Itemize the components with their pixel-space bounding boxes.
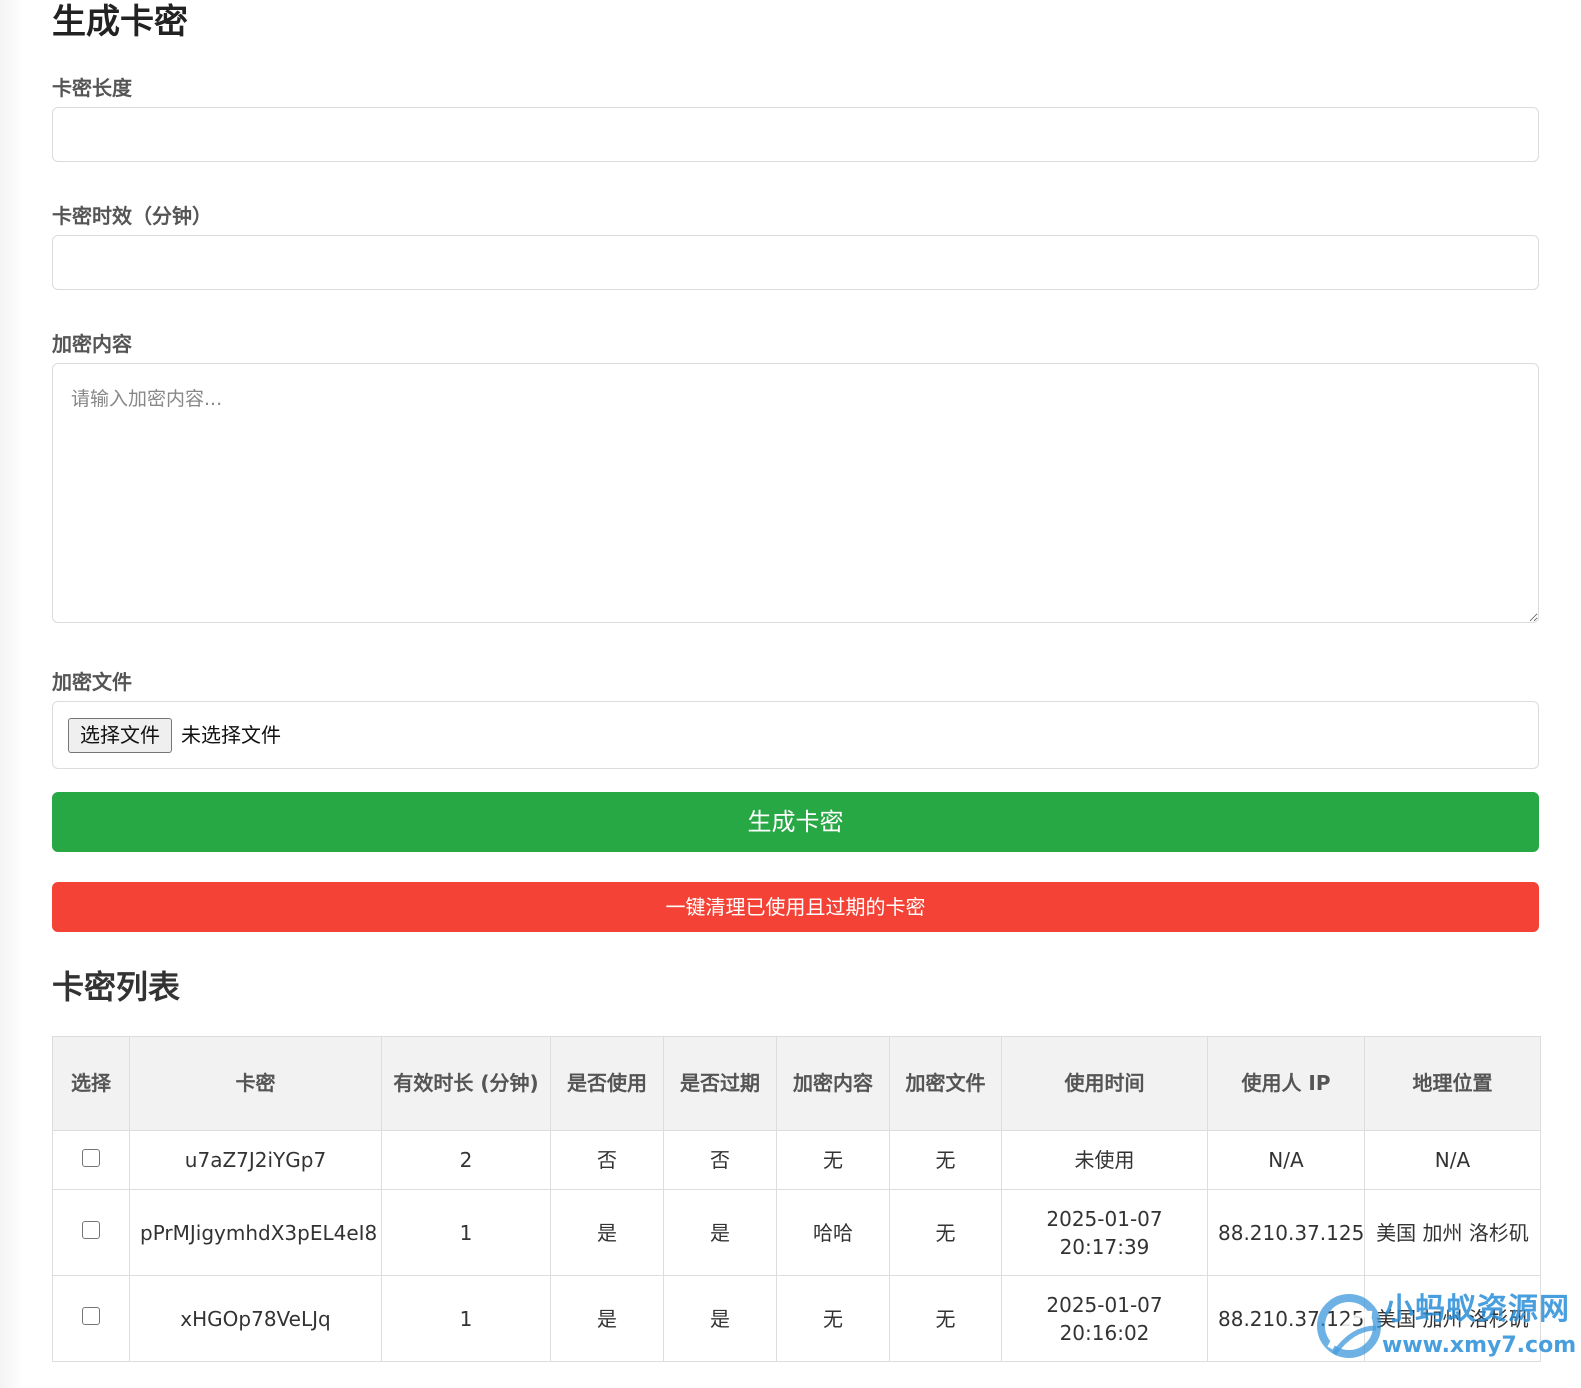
- card-list-title: 卡密列表: [52, 968, 181, 1006]
- content-cell: 哈哈: [776, 1189, 890, 1276]
- content-cell: 无: [776, 1130, 890, 1190]
- use-time-cell: 未使用: [1001, 1130, 1208, 1190]
- table-row: pPrMJigymhdX3pEL4eI8 1 是 是 哈哈 无 2025-01-…: [52, 1189, 1541, 1276]
- file-cell: 无: [889, 1189, 1002, 1276]
- used-cell: 是: [550, 1275, 664, 1362]
- watermark-url: www.xmy7.com: [1382, 1333, 1577, 1358]
- location-cell: N/A: [1364, 1130, 1541, 1190]
- page-title: 生成卡密: [52, 2, 188, 42]
- use-time-cell: 2025-01-07 20:16:02: [1001, 1275, 1208, 1362]
- used-cell: 是: [550, 1189, 664, 1276]
- content-cell: 无: [776, 1275, 890, 1362]
- file-status-text: 未选择文件: [181, 723, 281, 747]
- ip-cell: N/A: [1207, 1130, 1365, 1190]
- row-checkbox[interactable]: [82, 1148, 100, 1167]
- header-card-code: 卡密: [129, 1036, 382, 1131]
- header-content: 加密内容: [776, 1036, 890, 1131]
- expired-cell: 否: [663, 1130, 777, 1190]
- card-duration-input[interactable]: [52, 235, 1539, 290]
- used-cell: 否: [550, 1130, 664, 1190]
- encrypted-content-label: 加密内容: [52, 332, 132, 356]
- choose-file-button[interactable]: 选择文件: [68, 718, 172, 753]
- file-cell: 无: [889, 1275, 1002, 1362]
- encrypted-file-label: 加密文件: [52, 670, 132, 694]
- watermark-logo-icon: [1317, 1294, 1381, 1358]
- card-duration-label: 卡密时效（分钟）: [52, 204, 212, 228]
- ip-cell: 88.210.37.125: [1207, 1189, 1365, 1276]
- encrypted-content-textarea[interactable]: [52, 363, 1539, 623]
- generate-card-button[interactable]: 生成卡密: [52, 792, 1539, 852]
- file-input[interactable]: 选择文件 未选择文件: [52, 701, 1539, 769]
- header-expired: 是否过期: [663, 1036, 777, 1131]
- header-file: 加密文件: [889, 1036, 1002, 1131]
- card-code-cell: pPrMJigymhdX3pEL4eI8: [129, 1189, 382, 1276]
- table-row: u7aZ7J2iYGp7 2 否 否 无 无 未使用 N/A N/A: [52, 1130, 1541, 1190]
- header-location: 地理位置: [1364, 1036, 1541, 1131]
- clean-expired-button[interactable]: 一键清理已使用且过期的卡密: [52, 882, 1539, 932]
- header-use-time: 使用时间: [1001, 1036, 1208, 1131]
- header-user-ip: 使用人 IP: [1207, 1036, 1365, 1131]
- row-checkbox[interactable]: [82, 1307, 100, 1325]
- header-select: 选择: [52, 1036, 130, 1131]
- watermark-name: 小蚂蚁资源网: [1384, 1292, 1570, 1327]
- watermark: 小蚂蚁资源网 www.xmy7.com: [1316, 1290, 1576, 1370]
- expired-cell: 是: [663, 1189, 777, 1276]
- card-length-label: 卡密长度: [52, 76, 132, 100]
- location-cell: 美国 加州 洛杉矶: [1364, 1189, 1541, 1276]
- table-header-row: 选择 卡密 有效时长 (分钟) 是否使用 是否过期 加密内容 加密文件 使用时间…: [52, 1036, 1541, 1131]
- page-left-shadow: [0, 0, 22, 1388]
- header-used: 是否使用: [550, 1036, 664, 1131]
- expired-cell: 是: [663, 1275, 777, 1362]
- header-duration: 有效时长 (分钟): [381, 1036, 551, 1131]
- duration-cell: 1: [381, 1275, 551, 1362]
- use-time-cell: 2025-01-07 20:17:39: [1001, 1189, 1208, 1276]
- card-code-cell: u7aZ7J2iYGp7: [129, 1130, 382, 1190]
- duration-cell: 2: [381, 1130, 551, 1190]
- select-cell: [52, 1130, 130, 1190]
- card-length-input[interactable]: [52, 107, 1539, 162]
- select-cell: [52, 1275, 130, 1362]
- select-cell: [52, 1189, 130, 1276]
- card-code-cell: xHGOp78VeLJq: [129, 1275, 382, 1362]
- duration-cell: 1: [381, 1189, 551, 1276]
- row-checkbox[interactable]: [82, 1221, 100, 1239]
- file-cell: 无: [889, 1130, 1002, 1190]
